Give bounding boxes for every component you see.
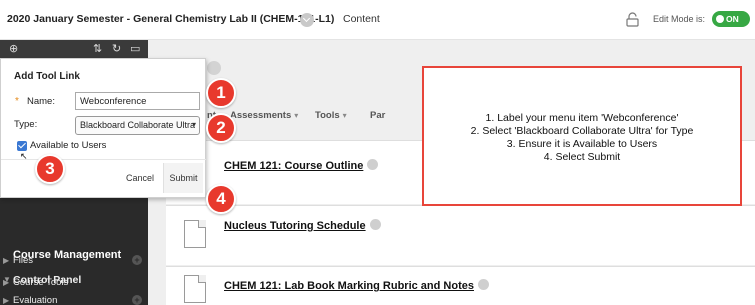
available-label: Available to Users [30,140,107,151]
step-1-badge: 1 [206,78,236,108]
list-item: Nucleus Tutoring Schedule [166,205,755,265]
refresh-icon[interactable]: ↻ [112,43,121,55]
chevron-down-icon: ▾ [191,120,196,129]
course-title[interactable]: 2020 January Semester - General Chemistr… [7,13,334,25]
tab-label: Par [370,110,386,121]
submit-button[interactable]: Submit [163,163,203,193]
chevron-down-icon[interactable] [369,219,381,230]
content-item-link[interactable]: CHEM 121: Lab Book Marking Rubric and No… [224,279,489,292]
top-bar: 2020 January Semester - General Chemistr… [0,0,755,40]
add-tool-link-dialog: Add Tool Link * Name: Type: Blackboard C… [0,58,206,198]
document-icon [184,220,206,248]
chevron-down-icon[interactable] [367,159,379,170]
lock-icon[interactable] [626,12,639,27]
chevron-down-icon: ▾ [342,111,347,120]
type-select-value: Blackboard Collaborate Ultra [80,120,196,130]
cancel-button[interactable]: Cancel [120,163,160,193]
sort-icon[interactable]: ⇅ [93,43,102,55]
type-select[interactable]: Blackboard Collaborate Ultra ▾ [75,116,200,135]
chevron-down-icon[interactable] [300,13,314,27]
dialog-title: Add Tool Link [14,71,80,82]
tab-label: Assessments [230,110,292,121]
plus-icon[interactable]: + [132,255,142,265]
name-input[interactable] [75,92,200,110]
mouse-cursor-icon: ↖ [20,151,28,161]
instruction-line: 3. Ensure it is Available to Users [506,138,658,150]
chevron-right-icon: ▶ [3,296,10,305]
required-marker: * [15,96,19,107]
folder-icon[interactable]: ▭ [130,43,140,55]
step-4-badge: 4 [206,184,236,214]
instructions-callout: 1. Label your menu item 'Webconference' … [422,66,742,206]
edit-mode-toggle[interactable]: ON [712,11,750,27]
chevron-down-icon[interactable] [477,279,489,290]
chevron-right-icon: ▶ [3,256,10,265]
chevron-down-icon: ▾ [294,111,299,120]
menu-toolbar: ⊕ ⇅ ↻ ▭ [0,40,148,58]
instruction-line: 4. Select Submit [543,151,621,163]
content-item-link[interactable]: CHEM 121: Course Outline [224,159,379,172]
instruction-line: 2. Select 'Blackboard Collaborate Ultra'… [470,125,694,137]
type-label: Type: [14,119,38,130]
add-icon[interactable]: ⊕ [9,43,18,55]
chevron-right-icon: ▶ [3,278,10,287]
sidebar-item-label: Course Tools [13,277,69,288]
instruction-line: 1. Label your menu item 'Webconference' [485,112,679,124]
sidebar-item-label: Evaluation [13,295,58,305]
divider [1,159,206,160]
available-checkbox[interactable] [17,141,27,151]
plus-icon[interactable]: + [132,295,142,305]
menu-chevron-icon[interactable] [207,61,221,75]
step-3-badge: 3 [35,154,65,184]
step-2-badge: 2 [206,113,236,143]
list-item: CHEM 121: Lab Book Marking Rubric and No… [166,266,755,305]
tab-label: Tools [315,110,340,121]
content-item-link[interactable]: Nucleus Tutoring Schedule [224,219,381,232]
edit-mode-label: Edit Mode is: [653,14,706,24]
tab-tools[interactable]: Tools ▾ [315,110,347,121]
name-label: Name: [27,96,55,107]
tab-partner[interactable]: Par [370,110,385,121]
sidebar-item-label: Files [13,255,34,266]
document-icon [184,275,206,303]
breadcrumb[interactable]: Content [343,13,380,25]
tab-assessments[interactable]: Assessments ▾ [230,110,298,121]
